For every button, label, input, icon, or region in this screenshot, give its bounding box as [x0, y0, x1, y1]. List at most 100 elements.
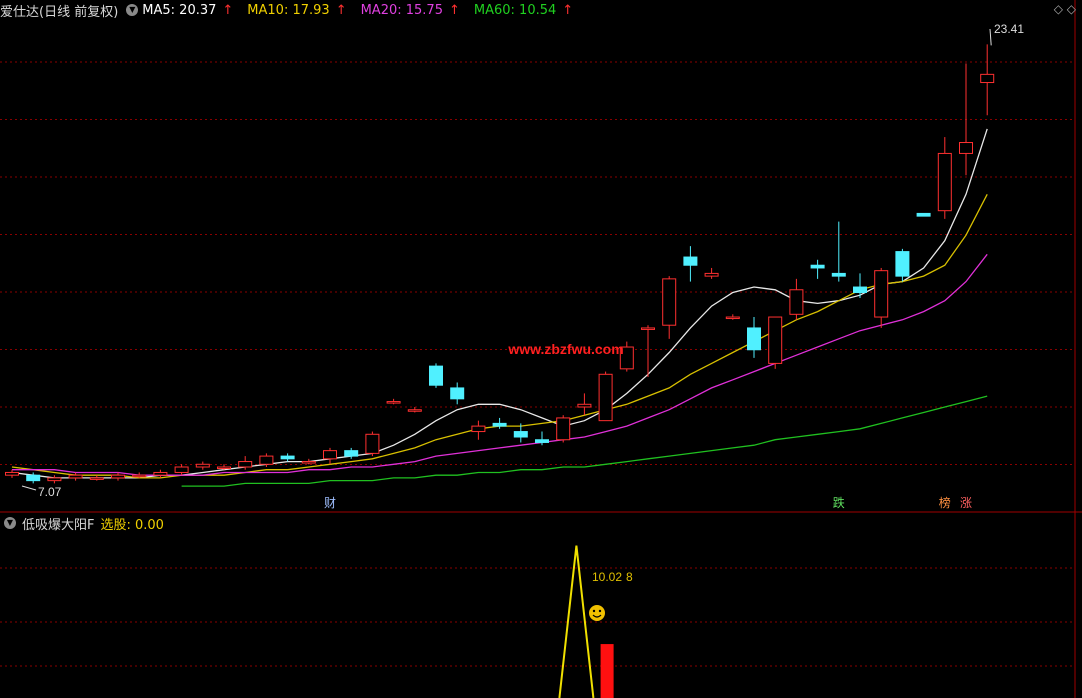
candle-body: [111, 474, 125, 479]
candle: [386, 398, 401, 405]
candle-body: [704, 272, 719, 277]
candle: [323, 447, 337, 465]
chevron-down-icon[interactable]: ▼: [4, 517, 16, 529]
up-arrow-icon: ↑: [335, 2, 347, 18]
candle-body: [153, 471, 168, 476]
candle: [704, 267, 719, 279]
ma-legend-label: MA5: 20.37: [142, 2, 217, 18]
candle-body: [89, 477, 104, 480]
candle: [577, 393, 592, 416]
ma-legend-label: MA10: 17.93: [247, 2, 330, 18]
candle: [895, 248, 910, 282]
watermark-text: www.zbzfwu.com: [507, 341, 623, 357]
candle: [916, 212, 931, 217]
candle: [365, 431, 380, 457]
candle: [725, 314, 740, 320]
candle-body: [535, 439, 549, 443]
chevron-down-icon[interactable]: ▼: [126, 4, 139, 16]
smiley-icon: [589, 605, 605, 621]
candle: [789, 278, 804, 320]
event-marker: 榜: [939, 495, 951, 510]
event-marker: 涨: [960, 495, 972, 510]
candle-body: [195, 463, 210, 468]
sub-grid: [0, 567, 1075, 667]
ma20-line: [12, 253, 988, 476]
high-price-label: 23.41: [994, 22, 1024, 36]
candle-body: [577, 403, 592, 408]
candle-body: [132, 474, 147, 478]
candle-body: [959, 142, 973, 154]
ma10-line: [11, 194, 988, 479]
candle: [810, 259, 825, 279]
candle: [195, 461, 210, 470]
candle: [301, 458, 316, 465]
stock-chart: www.zbzfwu.com 23.41 7.07 10.02 8 财 跌 榜涨: [0, 0, 1082, 698]
up-arrow-icon: ↑: [562, 2, 574, 18]
indicator-name: 低吸爆大阳F: [22, 517, 95, 533]
signal-value-tail: 8: [626, 570, 633, 584]
candle-body: [662, 278, 677, 326]
event-markers: 财 跌 榜涨: [324, 495, 972, 510]
candle: [831, 221, 846, 282]
candle-body: [641, 327, 655, 330]
candle-body: [683, 256, 698, 266]
up-arrow-icon: ↑: [222, 2, 234, 18]
candle: [598, 371, 613, 422]
candle: [874, 267, 889, 328]
signal-value-label: 10.02: [592, 570, 622, 584]
candle-body: [259, 455, 274, 465]
candle: [937, 137, 952, 219]
candle: [174, 464, 189, 476]
ma-legend-label: MA20: 15.75: [360, 2, 443, 18]
candle-body: [386, 401, 401, 404]
candle: [68, 472, 83, 481]
candle-body: [874, 270, 889, 318]
low-price-label: 7.07: [38, 485, 62, 499]
event-marker: 跌: [833, 495, 845, 510]
sub-legend: ▼ 低吸爆大阳F 选股: 0.00: [0, 514, 164, 533]
candle-body: [238, 461, 253, 468]
candle-body: [365, 433, 380, 454]
high-arrow: [989, 28, 992, 46]
ma-legend-item: MA20: 15.75 ↑: [361, 3, 464, 18]
low-arrow: [21, 485, 37, 491]
candle: [280, 453, 295, 462]
candle-body: [831, 272, 846, 277]
candle: [853, 273, 867, 298]
stock-title: 爱仕达(日线 前复权): [0, 4, 119, 20]
candle: [980, 44, 995, 116]
signal-bar: [600, 644, 614, 698]
candle-body: [747, 327, 761, 351]
candle-body: [174, 466, 189, 473]
select-value: 选股: 0.00: [100, 517, 164, 533]
candle-body: [280, 455, 295, 460]
candle-body: [768, 316, 783, 364]
candle-body: [916, 212, 931, 217]
ma-legend-item: MA60: 10.54 ↑: [474, 3, 577, 18]
candle-body: [556, 417, 571, 441]
up-arrow-icon: ↑: [448, 2, 460, 18]
candle-body: [492, 422, 507, 427]
candle: [450, 382, 465, 405]
candle-body: [980, 73, 995, 84]
candle-body: [26, 474, 41, 482]
candle-body: [810, 264, 825, 269]
ma-legend-item: MA5: 20.37 ↑: [142, 3, 237, 18]
candle-body: [344, 450, 359, 457]
candle-body: [217, 466, 231, 470]
candle: [47, 475, 62, 484]
candle: [89, 475, 104, 481]
candle: [5, 469, 19, 478]
candle-body: [5, 471, 19, 476]
diamond-icons[interactable]: ◇ ◇: [1054, 2, 1076, 16]
ma-lines: [11, 128, 988, 487]
candle-body: [598, 373, 613, 422]
candle: [471, 420, 486, 440]
candle-body: [429, 365, 443, 386]
candle-body: [895, 251, 910, 277]
candles: [5, 28, 995, 491]
candle: [556, 415, 571, 443]
candle-body: [853, 286, 867, 293]
candle-body: [323, 450, 337, 460]
candle: [132, 472, 147, 478]
